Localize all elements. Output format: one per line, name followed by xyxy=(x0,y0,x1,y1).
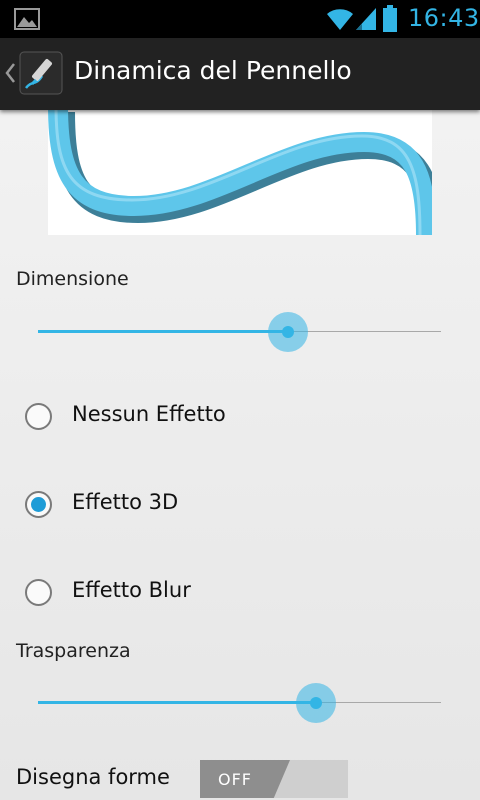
battery-icon xyxy=(382,5,398,37)
wifi-icon xyxy=(326,6,354,36)
status-clock: 16:43 xyxy=(408,4,480,32)
status-bar: 16:43 xyxy=(0,0,480,38)
brush-app-icon xyxy=(18,50,64,100)
radio-button[interactable] xyxy=(25,403,52,430)
draw-shapes-switch[interactable]: OFF xyxy=(200,760,348,798)
up-navigation-button[interactable] xyxy=(0,38,70,110)
draw-shapes-label: Disegna forme xyxy=(16,765,170,789)
size-slider-fill xyxy=(38,330,288,333)
gallery-icon xyxy=(14,8,40,34)
brush-preview xyxy=(48,110,443,236)
draw-shapes-row: Disegna forme OFF xyxy=(0,758,480,800)
radio-option-no-effect[interactable]: Nessun Effetto xyxy=(0,382,480,452)
radio-option-blur-effect[interactable]: Effetto Blur xyxy=(0,558,480,628)
radio-button[interactable] xyxy=(25,579,52,606)
signal-icon xyxy=(354,6,378,36)
size-label: Dimensione xyxy=(16,268,129,290)
transparency-slider-thumb[interactable] xyxy=(296,683,337,723)
size-slider-thumb[interactable] xyxy=(267,312,308,352)
radio-button[interactable] xyxy=(25,491,52,518)
back-chevron-icon xyxy=(4,62,16,88)
radio-label: Effetto Blur xyxy=(72,578,191,602)
action-bar: Dinamica del Pennello xyxy=(0,38,480,110)
radio-option-3d-effect[interactable]: Effetto 3D xyxy=(0,470,480,540)
transparency-label: Trasparenza xyxy=(16,640,131,662)
settings-content: Dimensione Nessun Effetto Effetto 3D Eff… xyxy=(0,110,480,800)
transparency-slider[interactable] xyxy=(30,678,450,728)
switch-state-label: OFF xyxy=(218,770,252,789)
size-slider[interactable] xyxy=(30,307,450,357)
page-title: Dinamica del Pennello xyxy=(74,56,352,85)
radio-label: Nessun Effetto xyxy=(72,402,226,426)
radio-label: Effetto 3D xyxy=(72,490,179,514)
transparency-slider-fill xyxy=(38,701,317,704)
